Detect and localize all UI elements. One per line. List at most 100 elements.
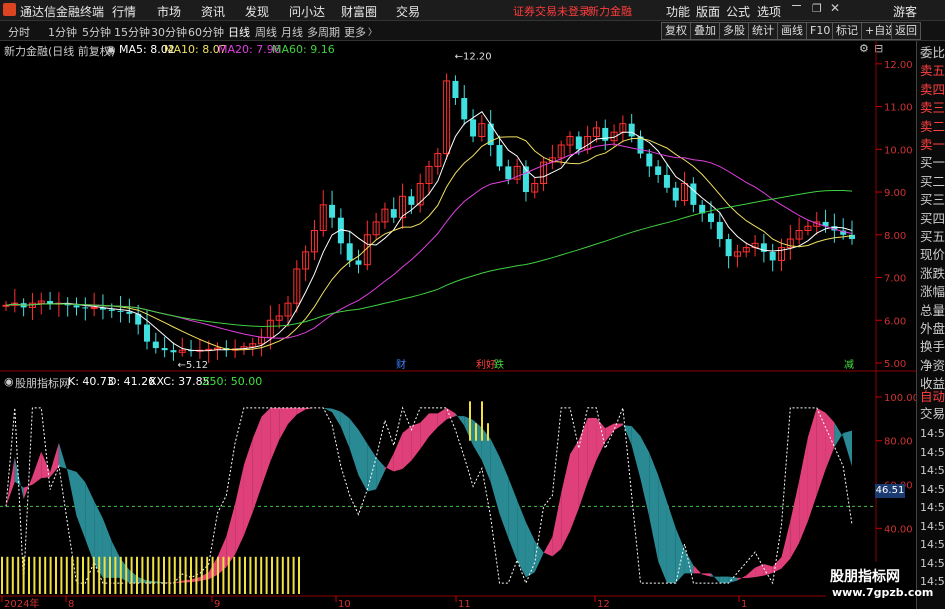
period-weekly[interactable]: 周线 bbox=[255, 24, 277, 40]
time-item: 14:56 bbox=[920, 464, 945, 477]
menu-gongshi[interactable]: 公式 bbox=[726, 3, 750, 20]
ribbon-segment bbox=[807, 407, 817, 522]
ribbon-segment bbox=[437, 407, 447, 427]
stats-button[interactable]: 统计 bbox=[748, 22, 778, 40]
kline-chart[interactable]: ←12.20 ←5.12 财 利好跌 减 12.00 11.00 10.00 9.00 8.00… bbox=[0, 41, 916, 609]
chevron-right-icon[interactable]: 〉 bbox=[368, 25, 377, 38]
x-tick-label: 2024年 bbox=[4, 597, 39, 609]
menu-zixun[interactable]: 资讯 bbox=[201, 3, 225, 20]
indicator-tick-label: 80.00 bbox=[884, 437, 913, 448]
period-multi[interactable]: 多周期 bbox=[307, 24, 340, 40]
ribbon-segment bbox=[340, 411, 350, 449]
ribbon-segment bbox=[719, 576, 729, 584]
menu-gongneng[interactable]: 功能 bbox=[666, 3, 690, 20]
indicator-tick-label: 100.00 bbox=[884, 393, 916, 404]
low-price-label: ←5.12 bbox=[177, 360, 208, 371]
ribbon-segment bbox=[402, 425, 412, 469]
ribbon-segment bbox=[50, 442, 59, 478]
fuquan-button[interactable]: 复权 bbox=[661, 22, 691, 40]
f10-button[interactable]: F10 bbox=[806, 22, 835, 40]
back-button[interactable]: 返回 bbox=[891, 22, 921, 40]
ribbon-segment bbox=[596, 418, 606, 461]
period-daily[interactable]: 日线 bbox=[228, 24, 250, 40]
ribbon-segment bbox=[420, 413, 429, 450]
candle-body bbox=[672, 187, 679, 201]
minimize-icon[interactable] bbox=[792, 5, 801, 6]
indicator-tick-label: 40.00 bbox=[884, 524, 913, 535]
ribbon-segment bbox=[411, 422, 421, 461]
side-item: 卖一 bbox=[920, 137, 945, 152]
ribbon-segment bbox=[684, 549, 694, 574]
period-15min[interactable]: 15分钟 bbox=[114, 24, 150, 40]
menu-xuanxiang[interactable]: 选项 bbox=[757, 3, 781, 20]
menu-hangqing[interactable]: 行情 bbox=[112, 3, 136, 20]
event-marker: 减 bbox=[844, 359, 854, 371]
main-plot: ←12.20 ←5.12 财 利好跌 减 bbox=[2, 51, 855, 371]
trade-label[interactable]: 交易 bbox=[920, 405, 945, 423]
draw-line-button[interactable]: 画线 bbox=[777, 22, 807, 40]
menu-wenxiaoda[interactable]: 问小达 bbox=[289, 3, 325, 20]
ribbon-segment bbox=[790, 480, 800, 559]
restore-icon[interactable]: ❐ bbox=[812, 2, 822, 15]
ribbon-segment bbox=[508, 477, 518, 561]
candle-body bbox=[496, 145, 503, 167]
ribbon-segment bbox=[587, 418, 597, 483]
candle-body bbox=[170, 350, 177, 353]
ribbon-segment bbox=[473, 419, 482, 461]
menu-faxian[interactable]: 发现 bbox=[245, 3, 269, 20]
guest-label[interactable]: 游客 bbox=[893, 3, 917, 20]
period-1min[interactable]: 1分钟 bbox=[48, 24, 77, 40]
ribbon-segment bbox=[825, 412, 835, 470]
menu-banmian[interactable]: 版面 bbox=[696, 3, 720, 20]
x-tick-label: 9 bbox=[214, 599, 220, 609]
ribbon-segment bbox=[296, 407, 306, 415]
mark-button[interactable]: 标记 bbox=[832, 22, 862, 40]
candle-body bbox=[663, 174, 670, 188]
ribbon-segment bbox=[85, 482, 95, 564]
candle-body bbox=[708, 213, 714, 222]
event-marker: 利好 bbox=[476, 359, 496, 371]
period-60min[interactable]: 60分钟 bbox=[188, 24, 224, 40]
candle-body bbox=[161, 348, 168, 351]
side-item: 现价 bbox=[920, 247, 945, 263]
period-5min[interactable]: 5分钟 bbox=[82, 24, 111, 40]
period-fenshi[interactable]: 分时 bbox=[8, 24, 30, 40]
period-30min[interactable]: 30分钟 bbox=[151, 24, 187, 40]
side-item: 总量 bbox=[920, 302, 945, 318]
ribbon-segment bbox=[614, 423, 623, 431]
ribbon-segment bbox=[666, 501, 676, 584]
candle-body bbox=[152, 341, 159, 349]
watermark-title: 股朋指标网 bbox=[830, 569, 900, 585]
ribbon-segment bbox=[658, 474, 667, 584]
watermark-url: www.7gpzb.com bbox=[832, 586, 934, 599]
side-item: 净资 bbox=[920, 357, 945, 373]
period-more[interactable]: 更多 bbox=[344, 24, 366, 40]
side-item: 买一 bbox=[920, 155, 945, 171]
candle-body bbox=[646, 153, 653, 167]
menu-jiaoyi[interactable]: 交易 bbox=[396, 3, 420, 20]
ribbon-segment bbox=[332, 408, 341, 427]
ribbon-segment bbox=[376, 457, 385, 490]
period-monthly[interactable]: 月线 bbox=[281, 24, 303, 40]
price-tick-label: 11.00 bbox=[884, 103, 913, 114]
candle-body bbox=[355, 260, 362, 265]
candle-body bbox=[108, 309, 115, 311]
close-icon[interactable]: ✕ bbox=[830, 1, 840, 15]
multi-stock-button[interactable]: 多股 bbox=[719, 22, 749, 40]
axes: 12.00 11.00 10.00 9.00 8.00 7.00 6.00 5.00 100.0… bbox=[1, 60, 916, 609]
auto-label[interactable]: 自动 bbox=[920, 388, 945, 406]
ribbon-segment bbox=[763, 563, 773, 576]
ribbon-segment bbox=[543, 536, 553, 557]
x-tick-label: 8 bbox=[68, 599, 74, 609]
ribbon-segment bbox=[358, 429, 368, 492]
x-tick-label: 11 bbox=[458, 599, 471, 609]
candle-body bbox=[716, 221, 723, 240]
menu-shichang[interactable]: 市场 bbox=[157, 3, 181, 20]
menu-caifuquan[interactable]: 财富圈 bbox=[341, 3, 377, 20]
time-item: 14:56 bbox=[920, 501, 945, 514]
overlay-button[interactable]: 叠加 bbox=[690, 22, 720, 40]
login-notice[interactable]: 证券交易未登录 bbox=[513, 3, 590, 19]
side-item: 委比 bbox=[920, 45, 945, 60]
ribbon-segment bbox=[481, 427, 491, 483]
ribbon-segment bbox=[252, 416, 262, 513]
